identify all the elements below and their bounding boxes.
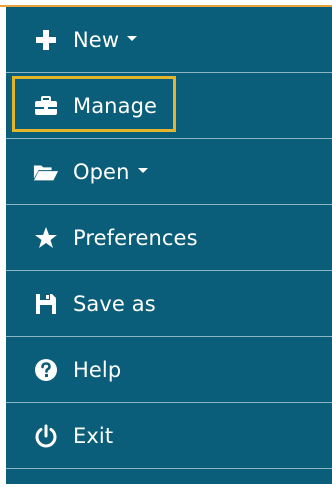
caret-down-icon <box>137 168 148 173</box>
briefcase-icon <box>33 93 59 119</box>
menu-item-manage[interactable]: Manage <box>6 73 332 139</box>
menu-item-label: Manage <box>73 93 158 118</box>
menu-item-label: Exit <box>73 423 114 448</box>
top-accent-line <box>0 0 332 7</box>
menu-item-new[interactable]: New <box>6 7 332 73</box>
menu-item-exit[interactable]: Exit <box>6 403 332 469</box>
menu-item-label: New <box>73 27 138 53</box>
menu-item-label: Help <box>73 357 122 382</box>
menu-item-help[interactable]: Help <box>6 337 332 403</box>
floppy-disk-icon <box>33 291 59 317</box>
power-icon <box>33 423 59 449</box>
menu-item-label: Preferences <box>73 225 198 250</box>
app-frame: New Manage Open Preferences Save as Help… <box>0 0 332 487</box>
menu-item-preferences[interactable]: Preferences <box>6 205 332 271</box>
menu-item-open[interactable]: Open <box>6 139 332 205</box>
menu-item-label: Save as <box>73 291 156 316</box>
plus-icon <box>33 27 59 53</box>
star-icon <box>33 225 59 251</box>
caret-down-icon <box>127 36 138 41</box>
main-menu: New Manage Open Preferences Save as Help… <box>6 7 332 484</box>
folder-open-icon <box>33 159 59 185</box>
question-circle-icon <box>33 357 59 383</box>
menu-item-label: Open <box>73 159 148 185</box>
menu-item-save-as[interactable]: Save as <box>6 271 332 337</box>
